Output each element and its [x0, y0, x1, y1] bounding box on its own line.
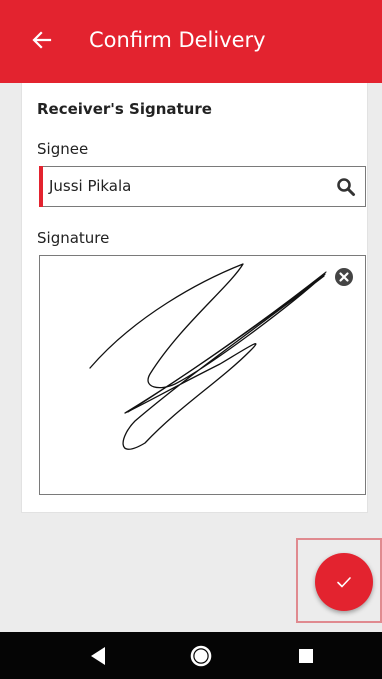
signee-value: Jussi Pikala — [49, 177, 132, 195]
arrow-left-icon[interactable] — [30, 28, 54, 52]
section-title: Receiver's Signature — [37, 100, 212, 118]
app-bar: Confirm Delivery — [0, 0, 382, 83]
search-icon[interactable] — [336, 177, 356, 197]
signee-label: Signee — [37, 140, 89, 158]
check-icon — [337, 577, 351, 588]
system-nav-bar — [0, 632, 382, 679]
page-title: Confirm Delivery — [89, 28, 266, 52]
signature-pad[interactable] — [39, 255, 366, 495]
confirm-button[interactable] — [315, 553, 373, 611]
circle-home-icon[interactable] — [189, 644, 213, 668]
square-recents-icon[interactable] — [294, 644, 318, 668]
signee-field[interactable]: Jussi Pikala — [39, 166, 366, 207]
triangle-back-icon[interactable] — [86, 644, 110, 668]
close-circle-icon[interactable] — [334, 267, 354, 287]
field-accent — [39, 166, 43, 207]
signature-stroke — [89, 263, 327, 450]
signature-label: Signature — [37, 229, 110, 247]
signature-card: Receiver's Signature Signee Jussi Pikala… — [21, 83, 368, 513]
